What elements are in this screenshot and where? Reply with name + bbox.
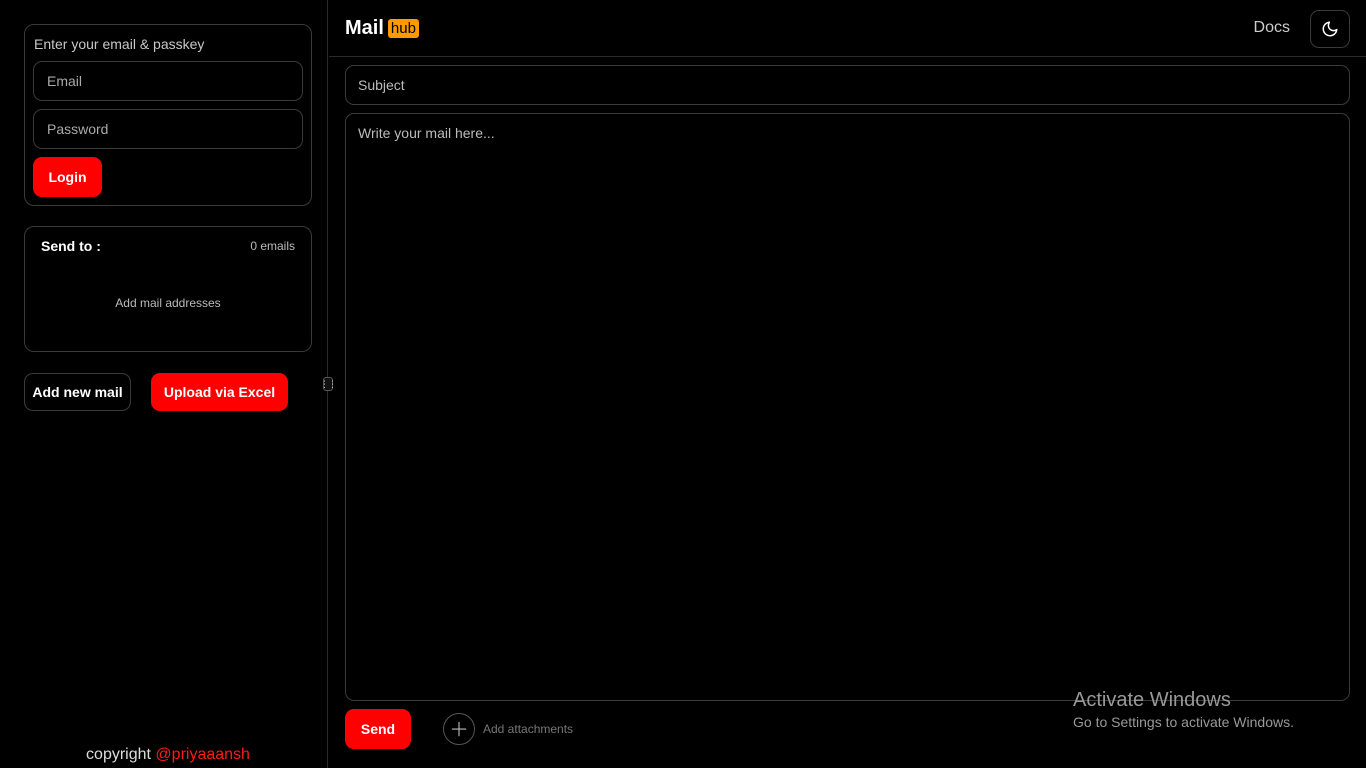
send-button[interactable]: Send xyxy=(345,709,411,749)
copyright-text: copyright xyxy=(86,746,151,763)
email-count: 0 emails xyxy=(250,239,295,253)
plus-icon xyxy=(443,713,475,745)
mail-body-textarea[interactable]: Write your mail here... xyxy=(345,113,1350,701)
password-field[interactable]: Password xyxy=(33,109,303,149)
logo: Mail hub xyxy=(345,17,419,40)
grip-icon: ⋮⋮ xyxy=(320,378,337,389)
send-to-card: Send to : 0 emails Add mail addresses xyxy=(24,226,312,352)
subject-input[interactable]: Subject xyxy=(345,65,1350,105)
add-new-mail-button[interactable]: Add new mail xyxy=(24,373,131,411)
add-attachments-button[interactable]: Add attachments xyxy=(443,713,573,745)
logo-text: Mail xyxy=(345,17,384,39)
windows-activation-watermark: Activate Windows Go to Settings to activ… xyxy=(1073,689,1294,730)
logo-badge: hub xyxy=(387,19,419,38)
login-hint: Enter your email & passkey xyxy=(34,36,205,52)
header: Mail hub Docs xyxy=(329,0,1366,57)
empty-recipients-message: Add mail addresses xyxy=(115,296,221,310)
panel-resize-handle[interactable]: ⋮⋮ xyxy=(320,377,337,391)
copyright: copyright @priyaaansh xyxy=(0,746,336,764)
login-card: Enter your email & passkey Email Passwor… xyxy=(24,24,312,206)
sidebar: Enter your email & passkey Email Passwor… xyxy=(0,0,328,768)
watermark-subtitle: Go to Settings to activate Windows. xyxy=(1073,714,1294,730)
upload-excel-button[interactable]: Upload via Excel xyxy=(151,373,288,411)
send-to-label: Send to : xyxy=(41,238,101,254)
author-link[interactable]: @priyaaansh xyxy=(155,746,250,763)
moon-icon xyxy=(1322,21,1338,37)
login-button[interactable]: Login xyxy=(33,157,102,197)
watermark-title: Activate Windows xyxy=(1073,689,1231,711)
theme-toggle-button[interactable] xyxy=(1310,10,1350,48)
attachments-label: Add attachments xyxy=(483,722,574,736)
docs-link[interactable]: Docs xyxy=(1254,19,1290,37)
email-field[interactable]: Email xyxy=(33,61,303,101)
